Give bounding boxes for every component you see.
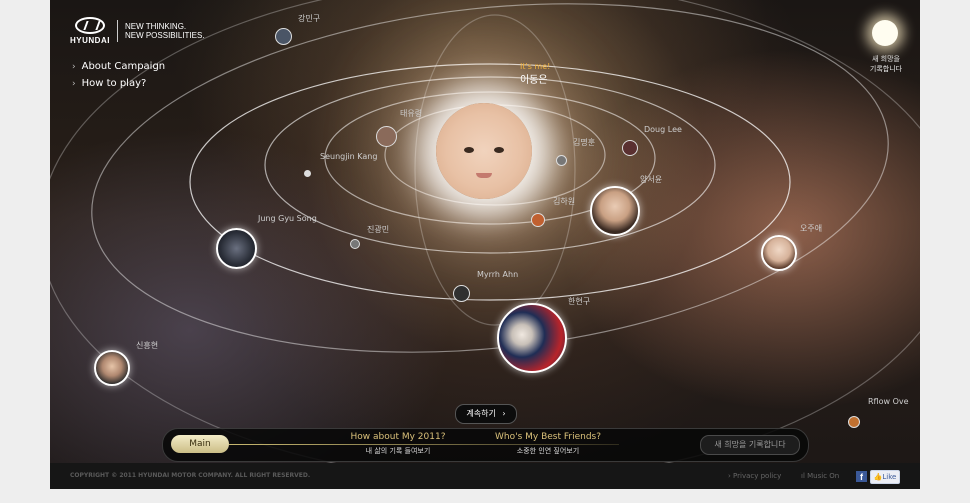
friend-name-jung-gyu-song: Jung Gyu Song [258, 214, 317, 223]
orbit-stage: HYUNDAI NEW THINKING. NEW POSSIBILITIES.… [50, 0, 920, 489]
chevron-right-icon: › [72, 62, 76, 72]
friend-name-jin-gwangmin: 진광민 [367, 225, 390, 234]
like-label: Like [882, 473, 897, 481]
logo-divider [116, 20, 118, 42]
friend-avatar-han-hyeongu[interactable] [497, 303, 567, 373]
friend-name-kim-jisu: 김하원 [553, 197, 576, 206]
footer: COPYRIGHT © 2011 HYUNDAI MOTOR COMPANY. … [50, 463, 920, 489]
how-to-play-link[interactable]: › How to play? [72, 78, 165, 89]
friend-avatar-doug-lee[interactable] [622, 140, 638, 156]
friend-avatar-rflow-ove[interactable] [848, 416, 860, 428]
its-me-label: It's me! [520, 62, 551, 71]
continue-button[interactable]: 계속하기 › [455, 404, 517, 424]
privacy-policy-link[interactable]: › Privacy policy [728, 472, 781, 480]
eye [494, 147, 504, 153]
tab-my-2011-subtitle: 내 삶의 기록 들여보기 [365, 447, 431, 455]
copyright-text: COPYRIGHT © 2011 HYUNDAI MOTOR COMPANY. … [70, 472, 311, 479]
facebook-icon[interactable]: f [856, 471, 867, 482]
tab-best-friends-title: Who's My Best Friends? [494, 432, 602, 442]
tab-my-2011[interactable]: How about My 2011? 내 삶의 기록 들여보기 [343, 432, 453, 456]
hyundai-emblem-icon: HYUNDAI [70, 17, 110, 45]
friend-name-doug-lee: Doug Lee [644, 125, 682, 134]
new-hope-line-1: 새 희망을 [872, 55, 900, 63]
friend-name-rflow-ove: Rflow Ove [868, 397, 909, 406]
hyundai-logo[interactable]: HYUNDAI NEW THINKING. NEW POSSIBILITIES. [70, 17, 205, 45]
bottom-navigation: Main How about My 2011? 내 삶의 기록 들여보기 Who… [162, 428, 809, 462]
side-menu: › About Campaign › How to play? [72, 61, 165, 95]
friend-avatar-jin-gwangmin[interactable] [350, 239, 360, 249]
how-to-play-label: How to play? [81, 78, 147, 89]
friend-name-shin-heunghyun: 신흥현 [136, 341, 159, 350]
continue-label: 계속하기 [466, 409, 496, 418]
friend-name-kim-myeongho: 김명훈 [573, 138, 596, 147]
chevron-right-icon: › [72, 79, 76, 89]
about-campaign-link[interactable]: › About Campaign [72, 61, 165, 72]
tab-best-friends-subtitle: 소중한 인연 짚어보기 [516, 447, 580, 455]
tab-best-friends[interactable]: Who's My Best Friends? 소중한 인연 짚어보기 [488, 432, 608, 456]
my-profile-photo[interactable] [436, 103, 532, 199]
brand-wordmark: HYUNDAI [70, 36, 110, 45]
new-hope-sun-icon[interactable] [872, 20, 898, 46]
main-button[interactable]: Main [171, 435, 229, 453]
facebook-like-button[interactable]: 👍Like [870, 470, 900, 484]
my-name: 이동은 [520, 75, 548, 86]
mouth [476, 173, 492, 178]
record-hope-button[interactable]: 새 희망을 기록합니다 [700, 435, 800, 455]
friend-name-oh-jueun: 오주애 [800, 224, 823, 233]
chevron-right-icon: › [502, 409, 506, 418]
friend-name-han-hyeongu: 한현구 [568, 297, 591, 306]
friend-name-yang-seoyoon: 양서윤 [640, 175, 663, 184]
friend-avatar-shin-heunghyun[interactable] [94, 350, 130, 386]
friend-avatar-jung-gyu-song[interactable] [216, 228, 257, 269]
eye [464, 147, 474, 153]
friend-avatar-oh-jueun[interactable] [761, 235, 797, 271]
new-hope-line-2: 기록합니다 [869, 65, 903, 73]
music-toggle[interactable]: ıl Music On [801, 472, 839, 480]
friend-avatar-seungjin-kang[interactable] [304, 170, 311, 177]
privacy-policy-label: Privacy policy [733, 472, 782, 480]
friend-name-taeyoung: 태유령 [400, 109, 423, 118]
friend-avatar-myrrh-ahn[interactable] [453, 285, 470, 302]
friend-avatar-kim-myeongho[interactable] [556, 155, 567, 166]
music-label: Music On [807, 472, 840, 480]
friend-avatar-kim-jisu[interactable] [531, 213, 545, 227]
friend-avatar-kang-mingu[interactable] [275, 28, 292, 45]
tagline-line-2: NEW POSSIBILITIES. [124, 31, 205, 40]
friend-avatar-yang-seoyoon[interactable] [590, 186, 640, 236]
new-hope-label: 새 희망을 기록합니다 [860, 54, 912, 74]
tab-my-2011-title: How about My 2011? [350, 432, 446, 442]
tagline-line-1: NEW THINKING. [124, 22, 187, 31]
about-campaign-label: About Campaign [81, 61, 166, 72]
friend-name-myrrh-ahn: Myrrh Ahn [477, 270, 519, 279]
friend-name-seungjin-kang: Seungjin Kang [320, 152, 378, 161]
friend-avatar-taeyoung[interactable] [376, 126, 397, 147]
friend-name-kang-mingu: 강민구 [298, 14, 321, 23]
brand-tagline: NEW THINKING. NEW POSSIBILITIES. [125, 22, 205, 40]
